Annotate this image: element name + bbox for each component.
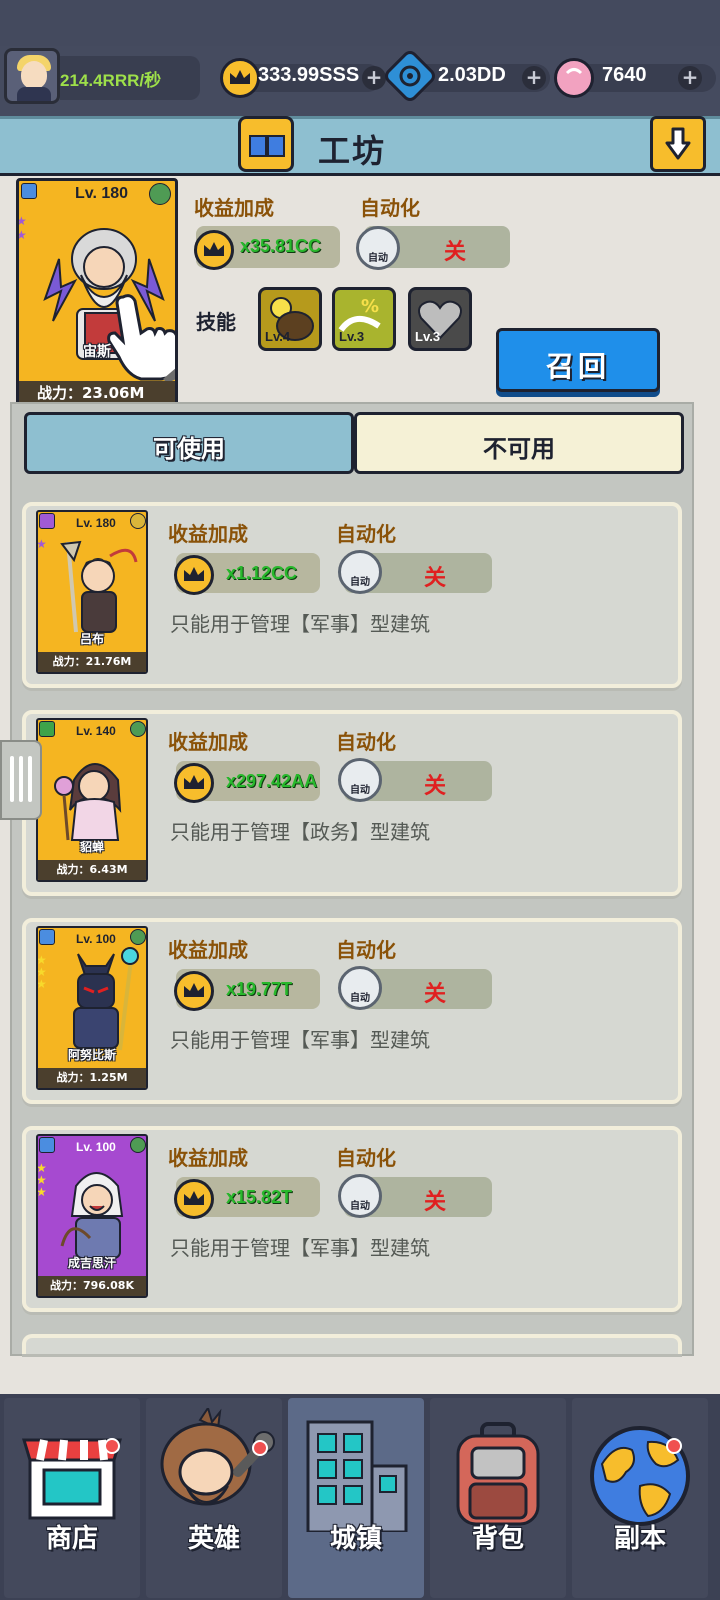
star-icon: ★ [36,977,47,991]
book-button[interactable] [238,116,294,172]
gem-plus-button[interactable]: + [522,66,546,90]
tab-available[interactable]: 可使用 [24,412,354,474]
notification-dot [104,1438,120,1454]
anubis-portrait [73,947,139,1051]
hand-pointer-icon [107,294,175,383]
side-drawer-handle[interactable] [0,740,42,820]
crown-icon [194,230,234,270]
hero-card: Lv. 180 ★ 吕布 战力：21.76M [36,510,148,674]
notification-dot [252,1440,268,1456]
gear-icon: 自动 [356,226,400,270]
book-icon [249,135,267,157]
crown-icon [174,971,214,1011]
nav-heroes[interactable]: 英雄 [146,1398,282,1598]
gear-badge-icon [130,1137,146,1153]
crown-icon [174,1179,214,1219]
star-icon: ★ [16,228,27,242]
star-icon: ★ [36,1185,47,1199]
selected-hero-card[interactable]: Lv. 180 ★ ★ 宙斯 战力：23.06M [16,178,178,408]
gear-badge-icon [130,721,146,737]
lubu-portrait [60,540,138,633]
crown-icon [174,555,214,595]
nav-dungeon[interactable]: 副本 [572,1398,708,1598]
income-rate-text: 214.4RRR/秒 [60,71,162,90]
star-icon: ★ [16,214,27,228]
gear-badge-icon [130,929,146,945]
backpack-icon [456,1422,540,1526]
skill-slot-3[interactable]: Lv.3 [408,287,472,351]
book-icon [21,183,37,199]
skills-label: 技能 [196,310,236,334]
gear-badge-icon [149,183,171,205]
candy-plus-button[interactable]: + [678,66,702,90]
gear-icon: 自动 [338,966,382,1010]
gear-icon: 自动 [338,550,382,594]
town-icon [306,1420,408,1532]
svg-text:%: % [361,296,379,317]
nav-shop[interactable]: 商店 [4,1398,140,1598]
skill-slot-2[interactable]: % Lv.3 [332,287,396,351]
hero-level: Lv. 180 [75,185,129,202]
page-title: 工坊 [318,132,387,170]
automation-state: 关 [444,240,467,265]
hero-card: Lv. 100 ★ ★ ★ 阿努比斯 战力：1.25M [36,926,148,1090]
list-item-partial [22,1334,682,1354]
bonus-label: 收益加成 [194,196,274,220]
nav-backpack[interactable]: 背包 [430,1398,566,1598]
gem-value: 2.03DD [438,64,506,86]
collapse-button[interactable] [650,116,706,172]
hero-card: Lv. 140 貂蝉 战力：6.43M [36,718,148,882]
tab-unavailable[interactable]: 不可用 [354,412,684,474]
hero-card: Lv. 100 ★ ★ ★ 成吉思汗 战力：796.08K [36,1134,148,1298]
notification-dot [666,1438,682,1454]
arrow-down-icon [665,127,691,160]
recall-button[interactable]: 召回 [496,328,660,392]
bonus-value: x35.81CC [240,236,322,256]
hero-name: 宙斯 [83,344,111,360]
gold-plus-button[interactable]: + [362,66,386,90]
skill-slot-1[interactable]: Lv.4 [258,287,322,351]
crown-icon [174,763,214,803]
gold-value: 333.99SSS [258,64,360,86]
candy-icon [554,58,594,98]
star-icon: ★ [36,537,47,551]
status-bar [0,0,720,46]
nav-town[interactable]: 城镇 [288,1398,424,1598]
automation-label: 自动化 [360,196,420,220]
diaochan-portrait [54,763,122,841]
gear-icon: 自动 [338,758,382,802]
genghis-khan-portrait [60,1172,124,1259]
gear-icon: 自动 [338,1174,382,1218]
candy-value: 7640 [602,64,647,86]
infinity-badge-icon [130,513,146,529]
crown-icon [220,58,260,98]
player-avatar[interactable] [4,48,60,104]
